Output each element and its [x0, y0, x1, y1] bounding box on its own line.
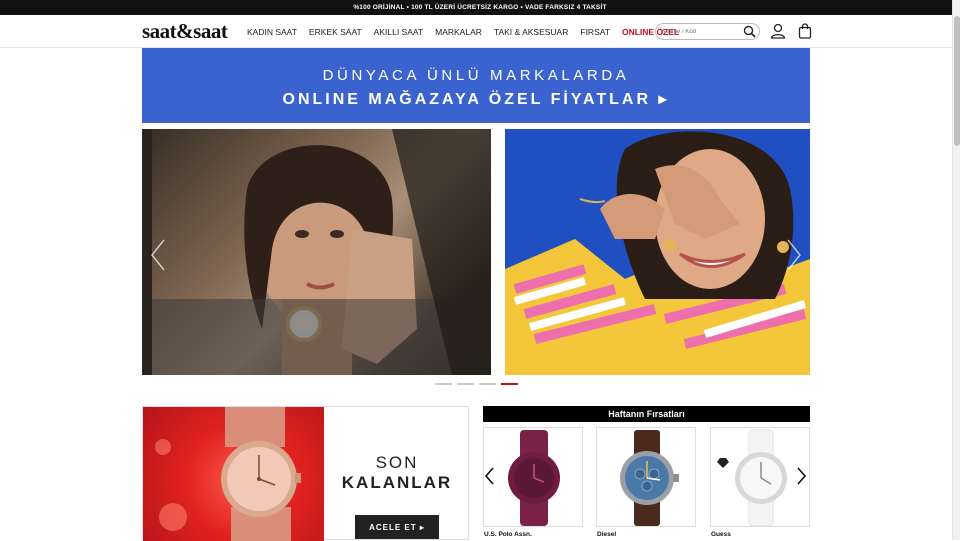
hero-photo-2: [505, 129, 810, 375]
search-input[interactable]: [662, 28, 742, 35]
page-scrollbar[interactable]: [952, 0, 960, 540]
hero-photo-1: [152, 129, 491, 375]
main-nav: KADIN SAAT ERKEK SAAT AKILLI SAAT MARKAL…: [247, 27, 679, 37]
product-brand[interactable]: Diesel: [597, 531, 616, 538]
son-kalanlar-promo[interactable]: SON KALANLAR ACELE ET ▸: [142, 406, 470, 541]
announcement-bar: %100 ORİJİNAL • 100 TL ÜZERİ ÜCRETSİZ KA…: [0, 0, 960, 15]
carousel-dot-4-active[interactable]: [501, 383, 518, 385]
shopping-bag-icon[interactable]: [798, 23, 812, 44]
carousel-dot-2[interactable]: [457, 383, 474, 385]
user-icon[interactable]: [770, 23, 786, 44]
search-box: [655, 23, 760, 40]
carousel-next-arrow-icon[interactable]: [786, 238, 802, 277]
product-card-us-polo[interactable]: U.S. Polo Assn.: [483, 427, 583, 538]
nav-firsat[interactable]: FIRSAT: [580, 27, 610, 37]
product-image-us-polo: [508, 430, 560, 526]
acele-et-button[interactable]: ACELE ET ▸: [355, 515, 439, 539]
promo-banner[interactable]: DÜNYACA ÜNLÜ MARKALARDA ONLINE MAĞAZAYA …: [142, 48, 810, 123]
site-logo[interactable]: saat&saat: [142, 19, 228, 44]
diamond-badge-icon: [717, 458, 729, 468]
promo-line1: SON: [375, 453, 419, 472]
weekly-deals: Haftanın Fırsatları U.S. Polo Assn. Dies…: [483, 406, 810, 540]
carousel-dot-3[interactable]: [479, 383, 496, 385]
deals-title: Haftanın Fırsatları: [483, 406, 810, 422]
site-header: saat&saat KADIN SAAT ERKEK SAAT AKILLI S…: [0, 15, 952, 48]
scrollbar-thumb[interactable]: [954, 16, 960, 146]
carousel-prev-arrow-icon[interactable]: [150, 238, 166, 277]
product-brand[interactable]: Guess: [711, 531, 731, 538]
nav-markalar[interactable]: MARKALAR: [435, 27, 482, 37]
search-icon[interactable]: [743, 25, 756, 43]
banner-line2: ONLINE MAĞAZAYA ÖZEL FİYATLAR ▸: [282, 91, 670, 108]
product-brand[interactable]: U.S. Polo Assn.: [484, 531, 532, 538]
deals-prev-arrow-icon[interactable]: [483, 466, 495, 491]
product-image-diesel: [620, 430, 679, 526]
hero-slide-woman-smiling[interactable]: [505, 129, 810, 375]
carousel-dot-1[interactable]: [435, 383, 452, 385]
announcement-text: %100 ORİJİNAL • 100 TL ÜZERİ ÜCRETSİZ KA…: [353, 4, 607, 11]
hero-slide-woman-watch[interactable]: [152, 129, 491, 375]
nav-kadin-saat[interactable]: KADIN SAAT: [247, 27, 297, 37]
promo-line2: KALANLAR: [341, 473, 453, 492]
product-card-guess[interactable]: Guess: [710, 427, 810, 538]
promo-watch-image: [143, 407, 324, 541]
banner-line1: DÜNYACA ÜNLÜ MARKALARDA: [322, 67, 630, 84]
carousel-indicators: [435, 383, 518, 385]
nav-erkek-saat[interactable]: ERKEK SAAT: [309, 27, 362, 37]
product-card-diesel[interactable]: Diesel: [596, 427, 696, 538]
promo-text-block: SON KALANLAR ACELE ET ▸: [324, 407, 470, 541]
nav-taki-aksesuar[interactable]: TAKI & AKSESUAR: [494, 27, 568, 37]
nav-akilli-saat[interactable]: AKILLI SAAT: [374, 27, 423, 37]
deals-next-arrow-icon[interactable]: [796, 466, 808, 491]
